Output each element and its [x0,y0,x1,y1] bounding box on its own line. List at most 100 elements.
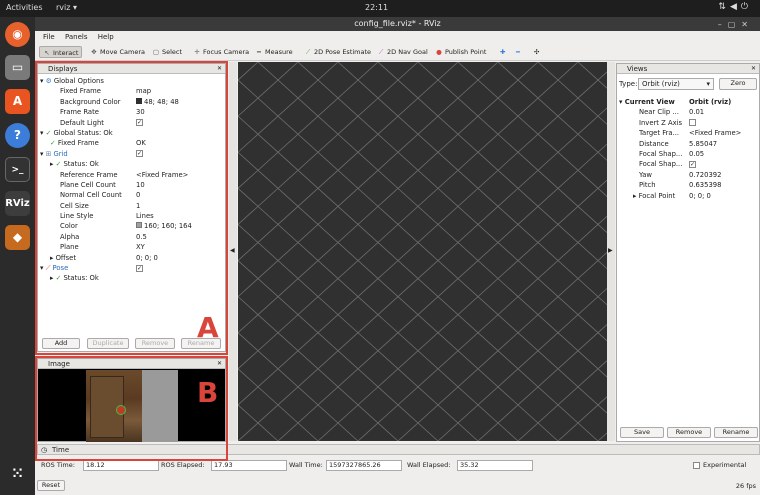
wall-elapsed-field[interactable]: 35.32 [457,460,533,471]
software-center-icon[interactable]: A [5,89,30,114]
remove-tool-button[interactable]: ━ [513,46,523,58]
minimize-icon[interactable]: – [718,20,728,29]
row-value[interactable]: 0.635398 [689,180,721,190]
tree-row[interactable]: Invert Z Axis [619,118,759,128]
tool-focus-camera[interactable]: ✛ Focus Camera [190,46,252,58]
row-value[interactable]: 5.85047 [689,139,717,149]
grid-line [238,404,279,441]
panel-title: Views [627,65,648,73]
right-splitter[interactable]: ▶ [607,62,615,441]
grid-line [497,62,607,161]
checkbox[interactable]: ✓ [689,160,696,168]
save-view-button[interactable]: Save [620,427,664,438]
row-key: Focal Shap... [639,160,683,169]
add-tool-button[interactable]: ✚ [497,46,508,58]
plus-icon: ✚ [500,48,506,56]
firefox-icon[interactable]: ◉ [5,22,30,47]
grid-line [517,360,607,441]
rviz-icon[interactable]: RViz [5,191,30,216]
window-controls[interactable]: –▢✕ [718,18,754,32]
tree-row[interactable]: Focal Shap... ✓ [619,159,759,169]
tree-row[interactable]: ▾ Current View Orbit (rviz) [619,97,759,107]
power-icon: ⏻ [740,2,752,12]
tool-measure[interactable]: ━ Measure [252,46,296,58]
focus-icon: ✛ [194,48,200,56]
experimental-checkbox[interactable] [693,462,700,469]
app-menu[interactable]: rviz ▾ [56,3,77,12]
row-value: Orbit (rviz) [689,98,732,106]
toolbar: ↖ Interact ✥ Move Camera ▢ Select ✛ Focus Ca… [35,43,760,61]
reset-button[interactable]: Reset [37,480,65,491]
tree-row[interactable]: Yaw 0.720392 [619,170,759,180]
system-tray[interactable]: ⇅◀⏻ [718,2,752,12]
tool-publish-point[interactable]: ● Publish Point [432,46,489,58]
package-icon[interactable]: ◆ [5,225,30,250]
row-key: Invert Z Axis [639,118,683,127]
row-value[interactable]: 0.05 [689,149,704,159]
measure-icon: ━ [257,48,261,56]
show-apps-icon[interactable]: ⁙ [5,462,30,487]
clock[interactable]: 22:11 [365,3,388,12]
terminal-icon[interactable]: >_ [5,157,30,182]
close-panel-icon[interactable]: ✕ [751,64,756,74]
row-value[interactable] [689,118,696,128]
view-properties[interactable]: ▾ Current View Orbit (rviz) Near Clip ...… [619,97,759,201]
row-key: Target Fra... [639,129,680,138]
ros-time-label: ROS Time: [41,461,75,469]
grid-line [238,368,319,441]
grid-line [557,396,607,441]
remove-view-button[interactable]: Remove [667,427,711,438]
ros-elapsed-field[interactable]: 17.93 [211,460,287,471]
tool-interact[interactable]: ↖ Interact [39,46,83,58]
row-value[interactable]: 0; 0; 0 [689,191,711,201]
tool-move-camera[interactable]: ✥ Move Camera [87,46,148,58]
collapse-right-icon[interactable]: ▶ [608,247,613,254]
activities-button[interactable]: Activities [6,3,43,12]
rename-view-button[interactable]: Rename [714,427,758,438]
tree-row[interactable]: ▸ Focal Point 0; 0; 0 [619,191,759,201]
menu-file[interactable]: File [43,33,55,41]
row-value[interactable]: <Fixed Frame> [689,128,741,138]
view-type-select[interactable]: Orbit (rviz) ▾ [638,78,714,90]
nav-goal-icon: ⟋ [378,48,384,56]
files-icon[interactable]: ▭ [5,55,30,80]
time-panel: ROS Time: 18.12 ROS Elapsed: 17.93 Wall … [35,456,760,495]
tree-row[interactable]: Target Fra... <Fixed Frame> [619,128,759,138]
network-icon: ⇅ [718,2,730,12]
tree-row[interactable]: Pitch 0.635398 [619,180,759,190]
3d-viewport[interactable] [238,62,607,441]
zero-button[interactable]: Zero [719,78,757,90]
ros-time-field[interactable]: 18.12 [83,460,159,471]
menu-help[interactable]: Help [98,33,114,41]
views-panel: Views ✕ Type: Orbit (rviz) ▾ Zero ▾ Curre… [616,63,760,442]
pose-estimate-icon: ⟋ [305,48,311,56]
checkbox[interactable] [689,119,696,127]
tool-select[interactable]: ▢ Select [149,46,185,58]
grid-line [597,432,607,441]
tool-properties-button[interactable]: ✣ [531,46,542,58]
maximize-icon[interactable]: ▢ [728,20,742,29]
tool-label: Interact [53,49,79,57]
system-top-bar: Activities rviz ▾ 22:11 ⇅◀⏻ [0,0,760,17]
grid-line [238,107,607,441]
window-title-bar: config_file.rviz* - RViz –▢✕ [35,17,760,31]
left-splitter[interactable]: ◀ [229,62,237,441]
row-value[interactable]: ✓ [689,159,696,169]
collapse-left-icon[interactable]: ◀ [230,247,235,254]
tree-row[interactable]: Distance 5.85047 [619,139,759,149]
wall-time-field[interactable]: 1597327865.26 [326,460,402,471]
row-value[interactable]: 0.720392 [689,170,721,180]
grid-line [238,223,479,441]
tree-row[interactable]: Near Clip ... 0.01 [619,107,759,117]
tool-2d-nav-goal[interactable]: ⟋ 2D Nav Goal [374,46,431,58]
move-camera-icon: ✥ [91,48,97,56]
row-value[interactable]: 0.01 [689,107,704,117]
tool-2d-pose-estimate[interactable]: ⟋ 2D Pose Estimate [301,46,374,58]
grid-line [337,62,607,306]
menu-panels[interactable]: Panels [65,33,88,41]
annotation-label-b: B [197,376,219,409]
help-icon[interactable]: ? [5,123,30,148]
close-icon[interactable]: ✕ [741,20,754,29]
chevron-down-icon: ▾ [706,80,710,88]
tree-row[interactable]: Focal Shap... 0.05 [619,149,759,159]
